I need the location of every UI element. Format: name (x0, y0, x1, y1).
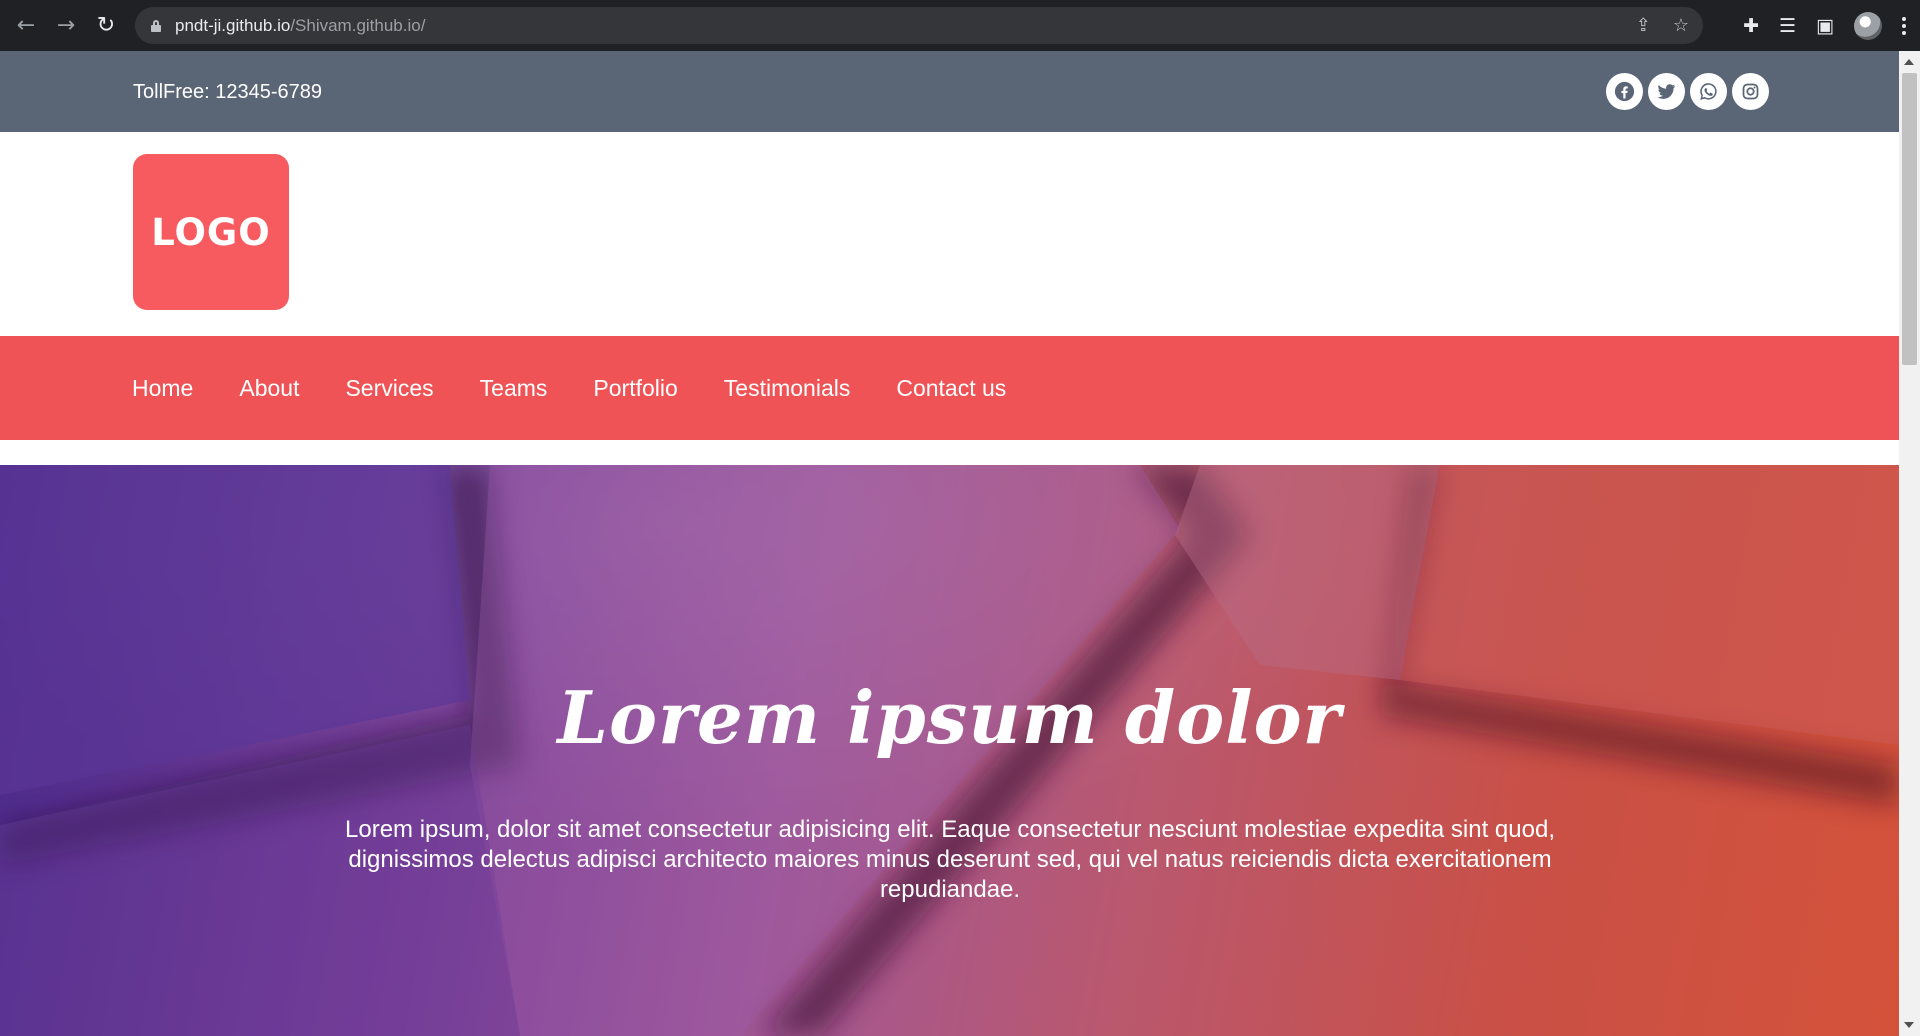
nav-services[interactable]: Services (343, 369, 435, 408)
puzzle-icon[interactable]: ✚ (1743, 15, 1759, 37)
tollfree-text: TollFree: 12345-6789 (133, 81, 323, 103)
nav-testimonials[interactable]: Testimonials (722, 369, 853, 408)
browser-toolbar: ← → ↻ pndt-ji.github.io/Shivam.github.io… (0, 0, 1920, 51)
hero-title: Lorem ipsum dolor (557, 675, 1342, 760)
address-bar[interactable]: pndt-ji.github.io/Shivam.github.io/ ⇪ ☆ (135, 7, 1703, 44)
main-navbar: Home About Services Teams Portfolio Test… (0, 336, 1899, 440)
browser-actions: ✚ ☰ ▣ (1743, 0, 1906, 51)
avatar[interactable] (1854, 11, 1882, 40)
scroll-thumb[interactable] (1902, 73, 1917, 365)
nav-about[interactable]: About (237, 369, 301, 408)
facebook-icon[interactable] (1606, 73, 1643, 110)
nav-portfolio[interactable]: Portfolio (591, 369, 679, 408)
instagram-icon[interactable] (1732, 73, 1769, 110)
arrow-right-icon: → (56, 13, 76, 38)
reading-list-icon[interactable]: ☰ (1779, 15, 1796, 37)
reload-icon: ↻ (96, 13, 116, 38)
hero-banner: Lorem ipsum dolor Lorem ipsum, dolor sit… (0, 465, 1899, 1036)
star-icon[interactable]: ☆ (1673, 15, 1689, 36)
nav-contact-us[interactable]: Contact us (894, 369, 1008, 408)
nav-home[interactable]: Home (130, 369, 195, 408)
social-links (1606, 73, 1769, 110)
lock-icon (151, 19, 161, 32)
site-logo[interactable]: LOGO (133, 154, 289, 310)
whatsapp-icon[interactable] (1690, 73, 1727, 110)
url-path: /Shivam.github.io/ (290, 15, 426, 35)
scroll-up-arrow-icon[interactable] (1904, 59, 1914, 65)
forward-button[interactable]: → (46, 0, 86, 51)
arrow-left-icon: ← (16, 13, 36, 38)
twitter-icon[interactable] (1648, 73, 1685, 110)
url-text[interactable]: pndt-ji.github.io/Shivam.github.io/ (175, 16, 425, 36)
header-logo-area: LOGO (0, 132, 1899, 337)
share-icon[interactable]: ⇪ (1636, 15, 1651, 36)
top-info-bar: TollFree: 12345-6789 (0, 51, 1899, 132)
url-host: pndt-ji.github.io (175, 15, 291, 35)
back-button[interactable]: ← (6, 0, 46, 51)
nav-teams[interactable]: Teams (478, 369, 550, 408)
page-scrollbar[interactable] (1899, 51, 1920, 1036)
kebab-menu-icon[interactable] (1902, 16, 1906, 35)
scroll-down-arrow-icon[interactable] (1904, 1022, 1914, 1028)
omnibox-actions: ⇪ ☆ (1636, 7, 1689, 44)
hero-description: Lorem ipsum, dolor sit amet consectetur … (345, 816, 1555, 903)
reload-button[interactable]: ↻ (86, 0, 126, 51)
logo-text: LOGO (151, 210, 271, 254)
side-panel-icon[interactable]: ▣ (1816, 15, 1834, 37)
page-viewport: TollFree: 12345-6789 LOGO Home About Ser… (0, 51, 1899, 1036)
